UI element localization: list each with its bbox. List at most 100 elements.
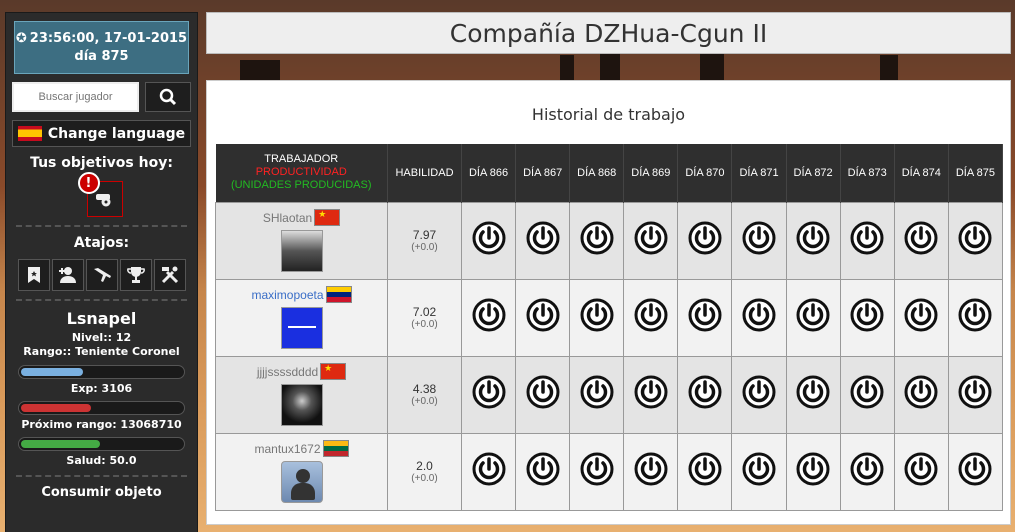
worker-cell: maximopoeta bbox=[215, 278, 388, 357]
worker-name-link[interactable]: maximopoeta bbox=[251, 288, 323, 302]
day-cell bbox=[893, 355, 949, 434]
worker-avatar[interactable] bbox=[280, 307, 323, 349]
day-cell bbox=[893, 278, 949, 357]
work-history-panel: Historial de trabajo TRABAJADOR PRODUCTI… bbox=[206, 80, 1011, 525]
day-cell bbox=[839, 432, 895, 511]
day-cell bbox=[460, 201, 517, 280]
day-cell bbox=[731, 432, 787, 511]
shortcut-bookmark[interactable] bbox=[17, 259, 50, 291]
skill-value: 2.0 bbox=[416, 459, 433, 473]
work-history-table: TRABAJADOR PRODUCTIVIDAD (UNIDADES PRODU… bbox=[215, 144, 1004, 511]
day-cell bbox=[623, 355, 679, 434]
worker-avatar[interactable] bbox=[280, 461, 323, 503]
health-bar bbox=[18, 437, 185, 451]
day-cell bbox=[839, 278, 895, 357]
shortcuts-bar bbox=[12, 259, 191, 291]
power-icon bbox=[526, 298, 560, 332]
user-add-icon bbox=[58, 267, 76, 283]
day-cell bbox=[677, 432, 733, 511]
exp-bar-fill bbox=[21, 368, 83, 376]
skill-delta: (+0.0) bbox=[411, 319, 438, 330]
power-icon bbox=[634, 221, 668, 255]
day-cell bbox=[515, 355, 571, 434]
column-worker: TRABAJADOR PRODUCTIVIDAD (UNIDADES PRODU… bbox=[215, 144, 388, 202]
day-cell bbox=[677, 355, 733, 434]
day-cell bbox=[515, 201, 571, 280]
skill-cell: 7.02 (+0.0) bbox=[387, 278, 462, 357]
shortcut-travel[interactable] bbox=[85, 259, 118, 291]
clock-day: día 875 bbox=[74, 49, 129, 64]
day-cell bbox=[623, 201, 679, 280]
alert-badge: ! bbox=[77, 172, 100, 194]
power-icon bbox=[580, 452, 614, 486]
power-icon bbox=[526, 221, 560, 255]
server-clock: ✪ 23:56:00, 17-01-2015 día 875 bbox=[14, 21, 189, 74]
table-row: SHlaotan 7.97(+0.0) bbox=[215, 201, 1004, 280]
day-cell bbox=[515, 432, 571, 511]
shortcut-trophy[interactable] bbox=[119, 259, 152, 291]
worker-cell: SHlaotan bbox=[215, 201, 388, 280]
day-cell bbox=[677, 278, 733, 357]
col-units-label: (UNIDADES PRODUCIDAS) bbox=[230, 179, 372, 192]
cannon-icon bbox=[95, 194, 110, 207]
day-cell bbox=[731, 278, 787, 357]
search-button[interactable] bbox=[145, 82, 191, 112]
power-icon bbox=[580, 221, 614, 255]
user-level: Nivel:: 12 bbox=[71, 331, 132, 344]
power-icon bbox=[526, 375, 560, 409]
shortcut-add-user[interactable] bbox=[51, 259, 84, 291]
power-icon bbox=[688, 221, 722, 255]
power-icon bbox=[688, 298, 722, 332]
day-cell bbox=[785, 432, 841, 511]
power-icon bbox=[742, 375, 776, 409]
day-cell bbox=[569, 278, 625, 357]
worker-name-link[interactable]: mantux1672 bbox=[254, 442, 320, 456]
search-icon bbox=[159, 88, 177, 106]
company-header: Compañía DZHua-Cgun II bbox=[206, 12, 1011, 54]
sidebar: ✪23:56:00, 17-01-2015 día 875 Change lan… bbox=[5, 12, 198, 532]
divider bbox=[16, 475, 187, 477]
power-icon bbox=[850, 298, 884, 332]
change-language-label: Change language bbox=[47, 125, 186, 142]
worker-cell: mantux1672 bbox=[215, 432, 388, 511]
worker-name-link[interactable]: SHlaotan bbox=[263, 211, 312, 225]
health-bar-fill bbox=[21, 440, 100, 448]
power-icon bbox=[796, 221, 830, 255]
power-icon bbox=[904, 221, 938, 255]
bookmark-icon bbox=[27, 267, 40, 283]
table-row: maximopoeta 7.02 (+0.0) bbox=[215, 278, 1004, 357]
day-cell bbox=[460, 355, 517, 434]
tools-icon bbox=[161, 266, 178, 284]
shortcut-tools[interactable] bbox=[153, 259, 186, 291]
column-skill: HABILIDAD bbox=[387, 144, 462, 202]
power-icon bbox=[472, 298, 506, 332]
worker-cell: jjjjssssdddd bbox=[215, 355, 388, 434]
power-icon bbox=[850, 375, 884, 409]
skill-value: 7.97 bbox=[412, 228, 437, 242]
search-input[interactable] bbox=[12, 82, 139, 112]
day-cell bbox=[785, 278, 841, 357]
worker-name-link[interactable]: jjjjssssdddd bbox=[257, 365, 318, 379]
skill-value: 4.38 bbox=[412, 382, 437, 396]
user-name: Lsnapel bbox=[66, 309, 137, 328]
day-cell bbox=[893, 432, 949, 511]
company-title: Compañía DZHua-Cgun II bbox=[449, 18, 768, 48]
next-rank-label: Próximo rango: 13068710 bbox=[21, 418, 182, 431]
change-language-button[interactable]: Change language bbox=[12, 120, 191, 147]
day-cell bbox=[947, 432, 1004, 511]
objective-item[interactable]: ! bbox=[77, 172, 123, 217]
health-label: Salud: 50.0 bbox=[66, 454, 137, 467]
day-cell bbox=[460, 278, 517, 357]
worker-avatar[interactable] bbox=[280, 384, 323, 426]
trophy-icon bbox=[126, 267, 145, 283]
power-icon bbox=[472, 375, 506, 409]
venezuela-flag-icon bbox=[325, 286, 352, 304]
rank-bar-fill bbox=[21, 404, 92, 412]
shortcuts-title: Atajos: bbox=[73, 235, 130, 251]
china-flag-icon bbox=[320, 363, 347, 381]
worker-avatar[interactable] bbox=[280, 230, 323, 272]
column-day: DÍA 870 bbox=[677, 144, 733, 202]
rank-bar bbox=[18, 401, 185, 415]
power-icon bbox=[688, 452, 722, 486]
power-icon bbox=[904, 452, 938, 486]
